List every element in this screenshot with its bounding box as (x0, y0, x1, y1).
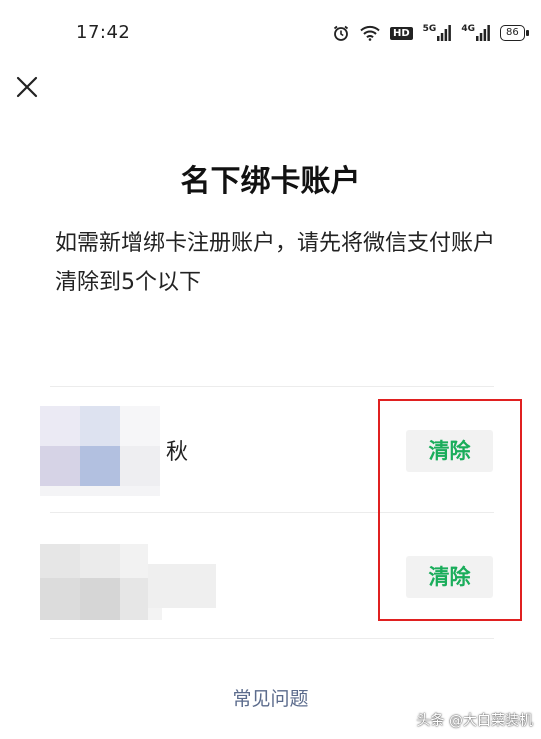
watermark: 头条 @大白菜装机 (416, 713, 533, 729)
close-button[interactable] (14, 74, 40, 100)
faq-link[interactable]: 常见问题 (0, 684, 541, 711)
signal-5g-icon: 5G (422, 24, 452, 41)
wifi-icon (360, 25, 380, 41)
page-title: 名下绑卡账户 (180, 164, 361, 199)
signal-4g-icon: 4G (461, 24, 490, 41)
network-4g-label: 4G (461, 24, 475, 34)
divider-bottom (50, 638, 494, 639)
alarm-icon (332, 24, 350, 42)
avatar-blurred (40, 406, 160, 496)
hd-badge: HD (390, 26, 413, 40)
network-5g-label: 5G (422, 24, 437, 34)
page-description: 如需新增绑卡注册账户，请先将微信支付账户清除到5个以下 (55, 231, 496, 295)
divider-top (50, 386, 494, 387)
avatar-blurred (40, 532, 218, 622)
account-name: 秋 (166, 440, 189, 465)
status-time: 17:42 (76, 22, 131, 43)
close-icon (16, 76, 38, 98)
status-icons: HD 5G 4G 86 (332, 24, 529, 42)
battery-indicator: 86 (499, 25, 529, 41)
status-bar: 17:42 HD 5G 4G 86 (0, 0, 541, 68)
annotation-highlight-box (378, 399, 522, 621)
